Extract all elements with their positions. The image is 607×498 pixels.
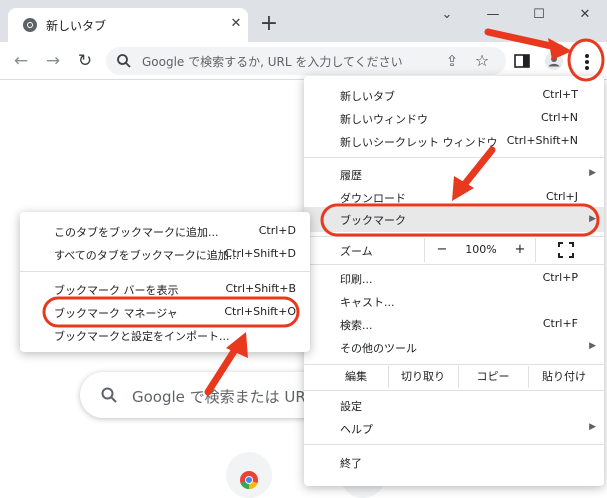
zoom-out-button[interactable]: − — [433, 241, 451, 259]
menu-item-shortcut: Ctrl+P — [542, 271, 578, 284]
submenu-item-show-bookmarks-bar[interactable]: ブックマーク バーを表示 Ctrl+Shift+B — [20, 278, 310, 301]
zoom-label: ズーム — [340, 245, 373, 258]
zoom-controls: − 100% + — [424, 238, 536, 262]
side-panel-icon[interactable] — [512, 51, 532, 71]
cut-button[interactable]: 切り取り — [388, 366, 458, 388]
menu-item-label: ブックマーク バーを表示 — [54, 284, 179, 297]
submenu-item-bookmark-this-tab[interactable]: このタブをブックマークに追加... Ctrl+D — [20, 220, 310, 243]
menu-item-label: キャスト... — [340, 296, 395, 309]
tab-title: 新しいタブ — [46, 19, 107, 33]
menu-divider — [304, 444, 604, 445]
menu-item-cast[interactable]: キャスト... — [304, 290, 604, 313]
forward-button[interactable]: → — [42, 50, 64, 72]
menu-item-label: ヘルプ — [340, 423, 373, 436]
back-button[interactable]: ← — [10, 50, 32, 72]
menu-item-shortcut: Ctrl+Shift+D — [224, 247, 296, 260]
chrome-icon — [23, 18, 37, 32]
menu-item-more-tools[interactable]: その他のツール ▶ — [304, 336, 604, 359]
menu-divider — [304, 264, 604, 265]
tab-close-icon[interactable]: ✕ — [228, 16, 244, 32]
menu-item-history[interactable]: 履歴 ▶ — [304, 163, 604, 186]
address-bar[interactable]: Google で検索するか, URL を入力してください ⇪ ☆ — [106, 47, 506, 75]
menu-item-bookmarks[interactable]: ブックマーク ▶ — [304, 207, 604, 232]
menu-item-label: 新しいウィンドウ — [340, 113, 428, 126]
ntp-search-placeholder: Google で検索または URL — [132, 388, 315, 406]
menu-item-shortcut: Ctrl+Shift+B — [225, 282, 296, 295]
zoom-in-button[interactable]: + — [511, 241, 529, 259]
menu-item-shortcut: Ctrl+D — [258, 224, 296, 237]
submenu-arrow-icon: ▶ — [589, 168, 596, 178]
menu-item-label: 新しいシークレット ウィンドウ — [340, 136, 498, 149]
menu-item-label: 履歴 — [340, 169, 362, 182]
submenu-item-import-bookmarks[interactable]: ブックマークと設定をインポート... — [20, 324, 310, 347]
copy-button[interactable]: コピー — [458, 366, 528, 388]
kebab-menu-icon — [585, 54, 589, 70]
menu-item-label: その他のツール — [340, 342, 417, 355]
menu-item-label: このタブをブックマークに追加... — [54, 226, 219, 239]
menu-item-label: ブックマーク — [340, 214, 406, 227]
chrome-main-menu: 新しいタブ Ctrl+T 新しいウィンドウ Ctrl+N 新しいシークレット ウ… — [304, 76, 604, 486]
menu-item-label: 設定 — [340, 400, 362, 413]
menu-item-help[interactable]: ヘルプ ▶ — [304, 417, 604, 440]
menu-item-label: ダウンロード — [340, 192, 406, 205]
edit-row: 編集 切り取り コピー 貼り付け — [304, 366, 604, 388]
maximize-button[interactable]: ☐ — [524, 4, 554, 26]
menu-item-new-window[interactable]: 新しいウィンドウ Ctrl+N — [304, 107, 604, 130]
close-window-button[interactable]: ✕ — [570, 4, 600, 26]
menu-item-label: 検索... — [340, 319, 373, 332]
menu-item-label: すべてのタブをブックマークに追加... — [54, 249, 240, 262]
menu-item-shortcut: Ctrl+Shift+O — [224, 305, 296, 318]
menu-item-exit[interactable]: 終了 — [304, 451, 604, 474]
menu-item-downloads[interactable]: ダウンロード Ctrl+J — [304, 186, 604, 209]
menu-item-find[interactable]: 検索... Ctrl+F — [304, 313, 604, 336]
menu-item-new-tab[interactable]: 新しいタブ Ctrl+T — [304, 84, 604, 107]
menu-item-settings[interactable]: 設定 — [304, 394, 604, 417]
submenu-arrow-icon: ▶ — [589, 422, 596, 432]
menu-item-label: ブックマークと設定をインポート... — [54, 330, 230, 343]
menu-divider — [304, 157, 604, 158]
menu-item-label: 新しいタブ — [340, 90, 395, 103]
search-icon — [117, 54, 131, 68]
edit-label: 編集 — [345, 370, 367, 383]
search-icon — [101, 387, 117, 403]
toolbar: ← → ↻ Google で検索するか, URL を入力してください ⇪ ☆ — [0, 42, 607, 80]
paste-button[interactable]: 貼り付け — [528, 366, 600, 388]
zoom-row: ズーム − 100% + — [304, 238, 604, 262]
menu-item-label: 終了 — [340, 457, 362, 470]
profile-icon[interactable] — [544, 51, 564, 71]
share-icon[interactable]: ⇪ — [442, 51, 462, 71]
menu-item-shortcut: Ctrl+T — [542, 88, 578, 101]
new-tab-button[interactable]: + — [256, 12, 282, 38]
menu-divider — [304, 236, 604, 237]
chrome-menu-button[interactable] — [574, 47, 600, 77]
submenu-item-bookmark-all-tabs[interactable]: すべてのタブをブックマークに追加... Ctrl+Shift+D — [20, 243, 310, 266]
tab-strip: 新しいタブ ✕ + ⌄ — ☐ ✕ — [0, 0, 607, 42]
fullscreen-icon[interactable] — [558, 242, 574, 258]
tab-search-chevron-icon[interactable]: ⌄ — [432, 4, 462, 26]
bookmark-star-icon[interactable]: ☆ — [472, 51, 492, 71]
tab-new-tab[interactable]: 新しいタブ ✕ — [8, 8, 248, 42]
submenu-arrow-icon: ▶ — [589, 341, 596, 351]
menu-item-shortcut: Ctrl+F — [542, 317, 578, 330]
menu-item-label: ブックマーク マネージャ — [54, 307, 178, 320]
menu-item-shortcut: Ctrl+Shift+N — [506, 134, 578, 147]
menu-item-print[interactable]: 印刷... Ctrl+P — [304, 267, 604, 290]
menu-item-shortcut: Ctrl+N — [540, 111, 578, 124]
menu-divider — [304, 390, 604, 391]
submenu-item-bookmark-manager[interactable]: ブックマーク マネージャ Ctrl+Shift+O — [20, 301, 310, 324]
address-bar-placeholder: Google で検索するか, URL を入力してください — [142, 55, 403, 69]
menu-divider — [304, 364, 604, 365]
minimize-button[interactable]: — — [478, 4, 508, 26]
menu-item-label: 印刷... — [340, 273, 373, 286]
reload-button[interactable]: ↻ — [74, 50, 96, 72]
shortcut-tile[interactable] — [226, 452, 272, 498]
submenu-arrow-icon: ▶ — [589, 214, 596, 224]
menu-divider — [20, 271, 310, 272]
bookmark-submenu: このタブをブックマークに追加... Ctrl+D すべてのタブをブックマークに追… — [20, 212, 310, 352]
menu-item-new-incognito-window[interactable]: 新しいシークレット ウィンドウ Ctrl+Shift+N — [304, 130, 604, 153]
chrome-icon — [240, 471, 258, 489]
menu-item-shortcut: Ctrl+J — [545, 190, 578, 203]
zoom-value: 100% — [465, 243, 497, 256]
